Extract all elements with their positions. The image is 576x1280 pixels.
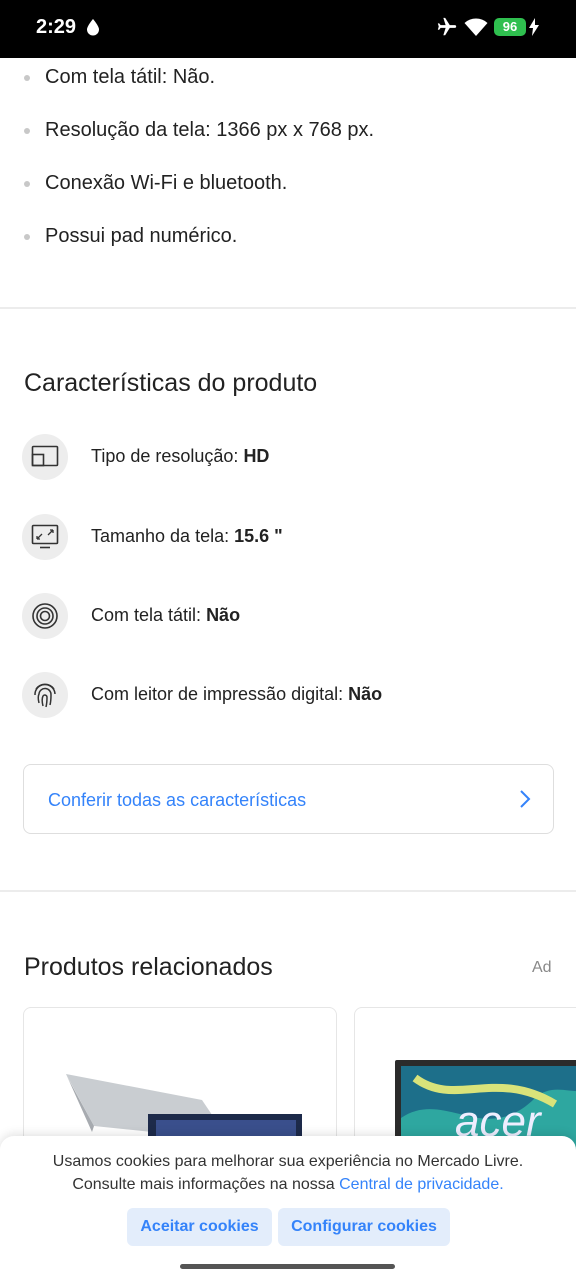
fingerprint-icon — [22, 672, 68, 718]
feature-value: 15.6 " — [234, 526, 283, 546]
cookie-message-line1: Usamos cookies para melhorar sua experiê… — [52, 1153, 524, 1170]
feature-label: Tamanho da tela: — [91, 526, 230, 546]
related-products-title: Produtos relacionados — [24, 953, 273, 981]
feature-row-touch: Com tela tátil: Não — [22, 593, 552, 641]
bullet-dot — [24, 234, 30, 240]
cookie-banner: Usamos cookies para melhorar sua experiê… — [0, 1136, 576, 1280]
screen-resolution-icon — [22, 434, 68, 480]
bullet-dot — [24, 75, 30, 81]
screen-size-icon — [22, 514, 68, 560]
feature-row-fingerprint: Com leitor de impressão digital: Não — [22, 672, 552, 720]
ad-label: Ad — [532, 959, 552, 976]
battery-indicator: 96 — [494, 18, 526, 36]
feature-row-screen-size: Tamanho da tela: 15.6 " — [22, 514, 552, 562]
charging-icon — [529, 18, 539, 41]
privacy-center-link[interactable]: Central de privacidade. — [339, 1176, 504, 1193]
feature-text: Tamanho da tela: 15.6 " — [91, 526, 283, 547]
feature-text: Com leitor de impressão digital: Não — [91, 684, 382, 705]
cookie-message-line2-text: Consulte mais informações na nossa — [72, 1176, 335, 1193]
see-all-characteristics-label: Conferir todas as características — [48, 790, 307, 810]
home-indicator[interactable] — [180, 1264, 395, 1269]
bullet-dot — [24, 128, 30, 134]
bullet-text: Resolução da tela: 1366 px x 768 px. — [45, 119, 375, 141]
feature-value: Não — [348, 684, 383, 704]
cookie-message-line2: Consulte mais informações na nossa Centr… — [0, 1173, 576, 1196]
feature-value: HD — [243, 446, 270, 466]
accept-cookies-button[interactable]: Aceitar cookies — [127, 1208, 272, 1246]
see-all-characteristics-button[interactable]: Conferir todas as características — [23, 764, 554, 834]
bullet-dot — [24, 181, 30, 187]
feature-text: Com tela tátil: Não — [91, 605, 240, 626]
airplane-mode-icon — [436, 16, 458, 43]
status-time: 2:29 — [36, 16, 77, 38]
chevron-right-icon — [519, 789, 531, 814]
configure-cookies-button[interactable]: Configurar cookies — [278, 1208, 450, 1246]
status-bar: 2:29 96 — [0, 0, 576, 58]
cookie-message: Usamos cookies para melhorar sua experiê… — [0, 1150, 576, 1196]
feature-label: Com tela tátil: — [91, 605, 202, 625]
bullet-text: Com tela tátil: Não. — [45, 66, 216, 88]
bullet-text: Conexão Wi-Fi e bluetooth. — [45, 172, 288, 194]
feature-text: Tipo de resolução: HD — [91, 446, 269, 467]
feature-label: Com leitor de impressão digital: — [91, 684, 344, 704]
feature-row-resolution: Tipo de resolução: HD — [22, 434, 552, 482]
section-divider — [0, 307, 576, 309]
drop-icon — [86, 18, 100, 41]
feature-label: Tipo de resolução: — [91, 446, 239, 466]
feature-value: Não — [206, 605, 241, 625]
touch-icon — [22, 593, 68, 639]
section-divider — [0, 890, 576, 892]
wifi-icon — [464, 16, 488, 43]
bullet-text: Possui pad numérico. — [45, 225, 238, 247]
characteristics-title: Características do produto — [24, 369, 318, 397]
